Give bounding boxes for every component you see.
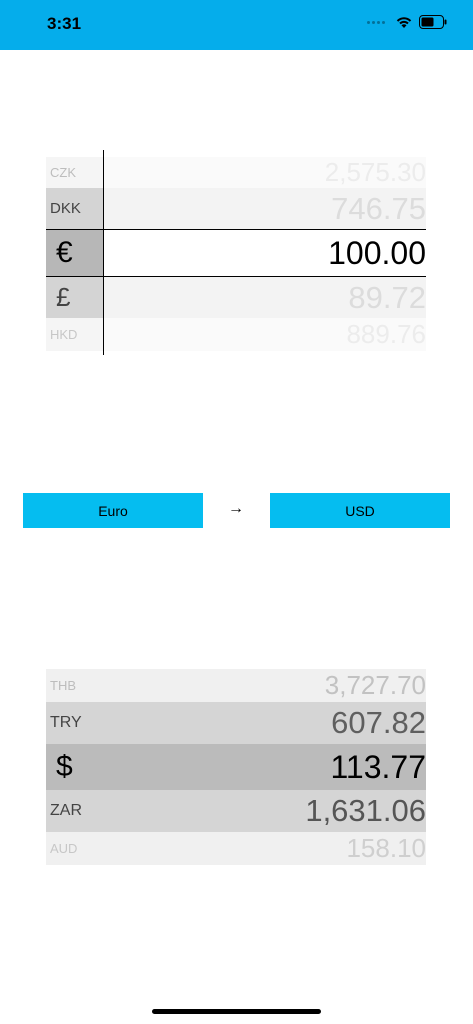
- arrow-right-icon: →: [228, 500, 244, 517]
- to-currency-code: $: [56, 750, 73, 783]
- to-currency-code: THB: [50, 678, 76, 693]
- from-currency-button[interactable]: Euro: [23, 493, 203, 528]
- from-currency-value: 100.00: [103, 230, 426, 276]
- from-currency-code: HKD: [46, 318, 103, 351]
- status-bar: 3:31: [0, 0, 473, 50]
- from-currency-value: 2,575.30: [103, 157, 426, 188]
- from-currency-code: CZK: [46, 157, 103, 188]
- to-currency-row[interactable]: TRY 607.82: [46, 702, 426, 744]
- home-indicator: [152, 1009, 321, 1014]
- to-currency-value: 3,727.70: [324, 670, 426, 700]
- to-currency-code: TRY: [50, 714, 82, 731]
- from-currency-value: 89.72: [103, 277, 426, 318]
- from-currency-value: 746.75: [103, 188, 426, 229]
- from-currency-code: DKK: [46, 188, 103, 229]
- to-currency-value: 607.82: [331, 705, 426, 740]
- to-currency-value: 158.10: [346, 833, 426, 863]
- from-currency-code: €: [46, 230, 103, 276]
- selection-bottom-line: [46, 276, 426, 277]
- wifi-icon: [396, 17, 412, 28]
- to-currency-row[interactable]: $113.77: [46, 744, 426, 790]
- to-currency-value: 113.77: [330, 748, 427, 785]
- from-currency-value: 889.76: [103, 318, 426, 351]
- to-currency-row[interactable]: THB 3,727.70: [46, 669, 426, 702]
- picker-divider: [103, 150, 104, 355]
- from-currency-code: £: [46, 277, 103, 318]
- to-currency-code: AUD: [50, 841, 78, 856]
- battery-icon: [419, 15, 447, 29]
- to-currency-row[interactable]: AUD 158.10: [46, 832, 426, 865]
- to-currency-button[interactable]: USD: [270, 493, 450, 528]
- status-icons: [367, 15, 447, 29]
- to-currency-value: 1,631.06: [305, 793, 426, 828]
- to-currency-row[interactable]: ZAR 1,631.06: [46, 790, 426, 832]
- selection-top-line: [46, 229, 426, 230]
- status-time: 3:31: [47, 14, 82, 33]
- signal-icon: [367, 20, 385, 24]
- to-currency-code: ZAR: [50, 802, 82, 819]
